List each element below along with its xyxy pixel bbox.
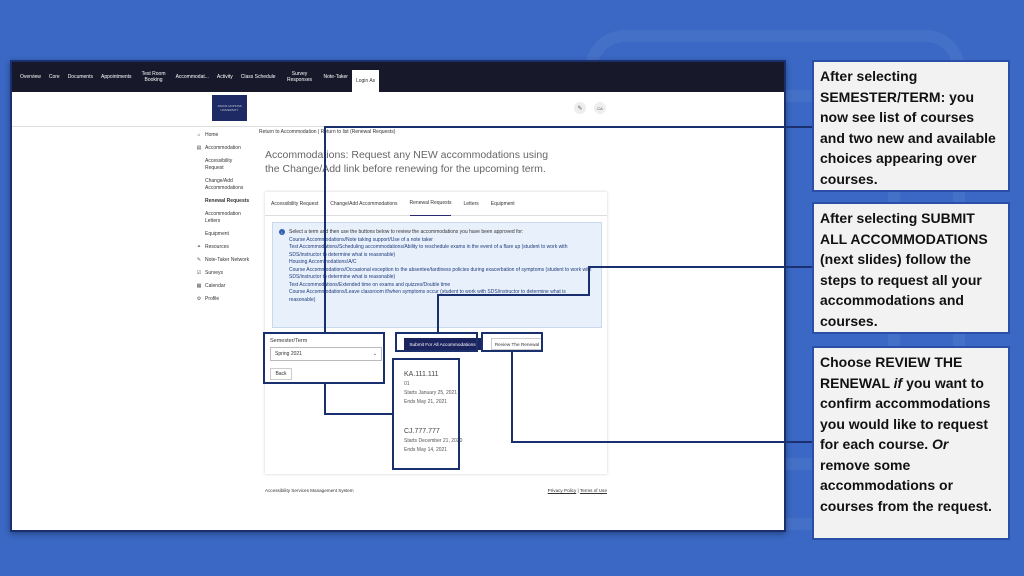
- nav-login-as[interactable]: Login As: [351, 70, 380, 92]
- top-nav: Overview Core Documents Appointments Tes…: [12, 62, 784, 92]
- university-logo[interactable]: JOHNS HOPKINS UNIVERSITY: [212, 95, 247, 121]
- callout-review-renewal: Choose REVIEW THE RENEWAL if you want to…: [812, 346, 1010, 540]
- sidebar-item-resources[interactable]: ⚭ Resources: [196, 244, 268, 250]
- sidebar-label: Profile: [205, 296, 220, 302]
- nav-appointments[interactable]: Appointments: [97, 62, 136, 92]
- sidebar-subitem-accessibility-request[interactable]: Accessibility Request: [205, 158, 245, 172]
- accommodation-line: Test Accommodations/Scheduling accommoda…: [289, 244, 568, 258]
- sidebar-label: Note-Taker Network: [205, 257, 250, 263]
- accommodation-line: Course Accommodations/Note taking suppor…: [289, 236, 433, 243]
- footer-app-name: Accessibility Services Management System: [265, 488, 354, 493]
- sidebar-item-home[interactable]: ⌂ Home: [196, 132, 268, 138]
- connector-line: [511, 352, 513, 442]
- connector-line: [511, 441, 812, 443]
- callout-semester: After selecting SEMESTER/TERM: you now s…: [812, 60, 1010, 192]
- connector-line: [324, 126, 812, 128]
- info-intro: Select a term and then use the buttons b…: [289, 229, 524, 235]
- tab-letters[interactable]: Letters: [463, 192, 478, 216]
- gear-icon: ⚙: [196, 296, 202, 302]
- highlight-courses: [392, 358, 460, 470]
- nav-class-schedule[interactable]: Class Schedule: [237, 62, 280, 92]
- connector-line: [437, 294, 439, 332]
- nav-activity[interactable]: Activity: [213, 62, 237, 92]
- sidebar-subitem-letters[interactable]: Accommodation Letters: [205, 211, 247, 225]
- breadcrumb-accommodation-link[interactable]: Return to Accommodation: [259, 129, 317, 135]
- avatar[interactable]: CA: [594, 102, 606, 114]
- tab-bar: Accessibility Request Change/Add Accommo…: [265, 192, 607, 216]
- accommodation-line: Housing Accommodations/A/C: [289, 259, 357, 265]
- tab-accessibility-request[interactable]: Accessibility Request: [271, 192, 318, 216]
- sidebar-subitem-equipment[interactable]: Equipment: [205, 231, 268, 238]
- privacy-policy-link[interactable]: Privacy Policy: [548, 488, 577, 493]
- connector-line: [324, 384, 326, 414]
- sidebar-subitem-change-add[interactable]: Change/Add Accommodations: [205, 178, 250, 192]
- tab-change-add[interactable]: Change/Add Accommodations: [330, 192, 397, 216]
- sidebar-label: Home: [205, 132, 219, 138]
- sidebar-item-profile[interactable]: ⚙ Profile: [196, 296, 268, 302]
- accommodation-line: Test Accommodations/Extended time on exa…: [289, 281, 451, 288]
- survey-icon: ☑: [196, 270, 202, 276]
- connector-line: [588, 266, 590, 296]
- connector-line: [324, 126, 326, 332]
- callout-emphasis: if: [893, 374, 903, 391]
- clipboard-icon: ▤: [196, 145, 202, 151]
- pen-icon: ✎: [196, 257, 202, 263]
- info-icon: i: [279, 229, 285, 235]
- footer: Accessibility Services Management System…: [265, 488, 607, 493]
- nav-overview[interactable]: Overview: [16, 62, 45, 92]
- nav-accommodations[interactable]: Accommodat...: [172, 62, 213, 92]
- calendar-icon: ▦: [196, 283, 202, 289]
- link-icon: ⚭: [196, 244, 202, 250]
- home-icon: ⌂: [197, 132, 201, 138]
- terms-of-use-link[interactable]: Terms of Use: [580, 488, 607, 493]
- page-title: Accommodations: Request any NEW accommod…: [265, 149, 549, 175]
- highlight-submit-button: [395, 332, 478, 352]
- breadcrumb-renewal-link[interactable]: Return to list (Renewal Requests): [321, 129, 396, 135]
- nav-test-room-booking[interactable]: Test Room Booking: [136, 62, 172, 92]
- nav-core[interactable]: Core: [45, 62, 64, 92]
- sidebar-label: Accommodation: [205, 145, 241, 151]
- callout-emphasis: Or: [932, 436, 949, 452]
- sidebar-item-accommodation[interactable]: ▤ Accommodation: [196, 145, 268, 151]
- highlight-semester: [263, 332, 385, 384]
- sidebar-item-surveys[interactable]: ☑ Surveys: [196, 270, 268, 276]
- edit-icon[interactable]: ✎: [574, 102, 586, 114]
- sidebar-label: Resources: [205, 244, 229, 250]
- sidebar-subitem-renewal-requests[interactable]: Renewal Requests: [205, 198, 268, 205]
- callout-text: remove some accommodations or courses fr…: [820, 456, 992, 514]
- connector-line: [588, 266, 812, 268]
- nav-documents[interactable]: Documents: [64, 62, 97, 92]
- sidebar-item-calendar[interactable]: ▦ Calendar: [196, 283, 268, 289]
- connector-line: [437, 294, 590, 296]
- callout-submit-all: After selecting SUBMIT ALL ACCOMMODATION…: [812, 202, 1010, 334]
- tab-renewal-requests[interactable]: Renewal Requests: [409, 192, 452, 216]
- tab-equipment[interactable]: Equipment: [491, 192, 515, 216]
- accommodation-line: Course Accommodations/Leave classroom if…: [289, 289, 566, 303]
- sidebar: ⌂ Home ▤ Accommodation Accessibility Reque…: [196, 132, 268, 309]
- sidebar-item-note-taker[interactable]: ✎ Note-Taker Network: [196, 257, 268, 263]
- nav-survey-responses[interactable]: Survey Responses: [280, 62, 320, 92]
- sidebar-label: Surveys: [205, 270, 224, 276]
- breadcrumb: Return to Accommodation | Return to list…: [259, 129, 395, 135]
- connector-line: [324, 413, 392, 415]
- nav-note-taker[interactable]: Note-Taker: [320, 62, 352, 92]
- sidebar-label: Calendar: [205, 283, 226, 289]
- footer-links: Privacy Policy | Terms of Use: [548, 488, 607, 493]
- accommodation-line: Course Accommodations/Occasional excepti…: [289, 266, 592, 281]
- highlight-review-button: [481, 332, 543, 352]
